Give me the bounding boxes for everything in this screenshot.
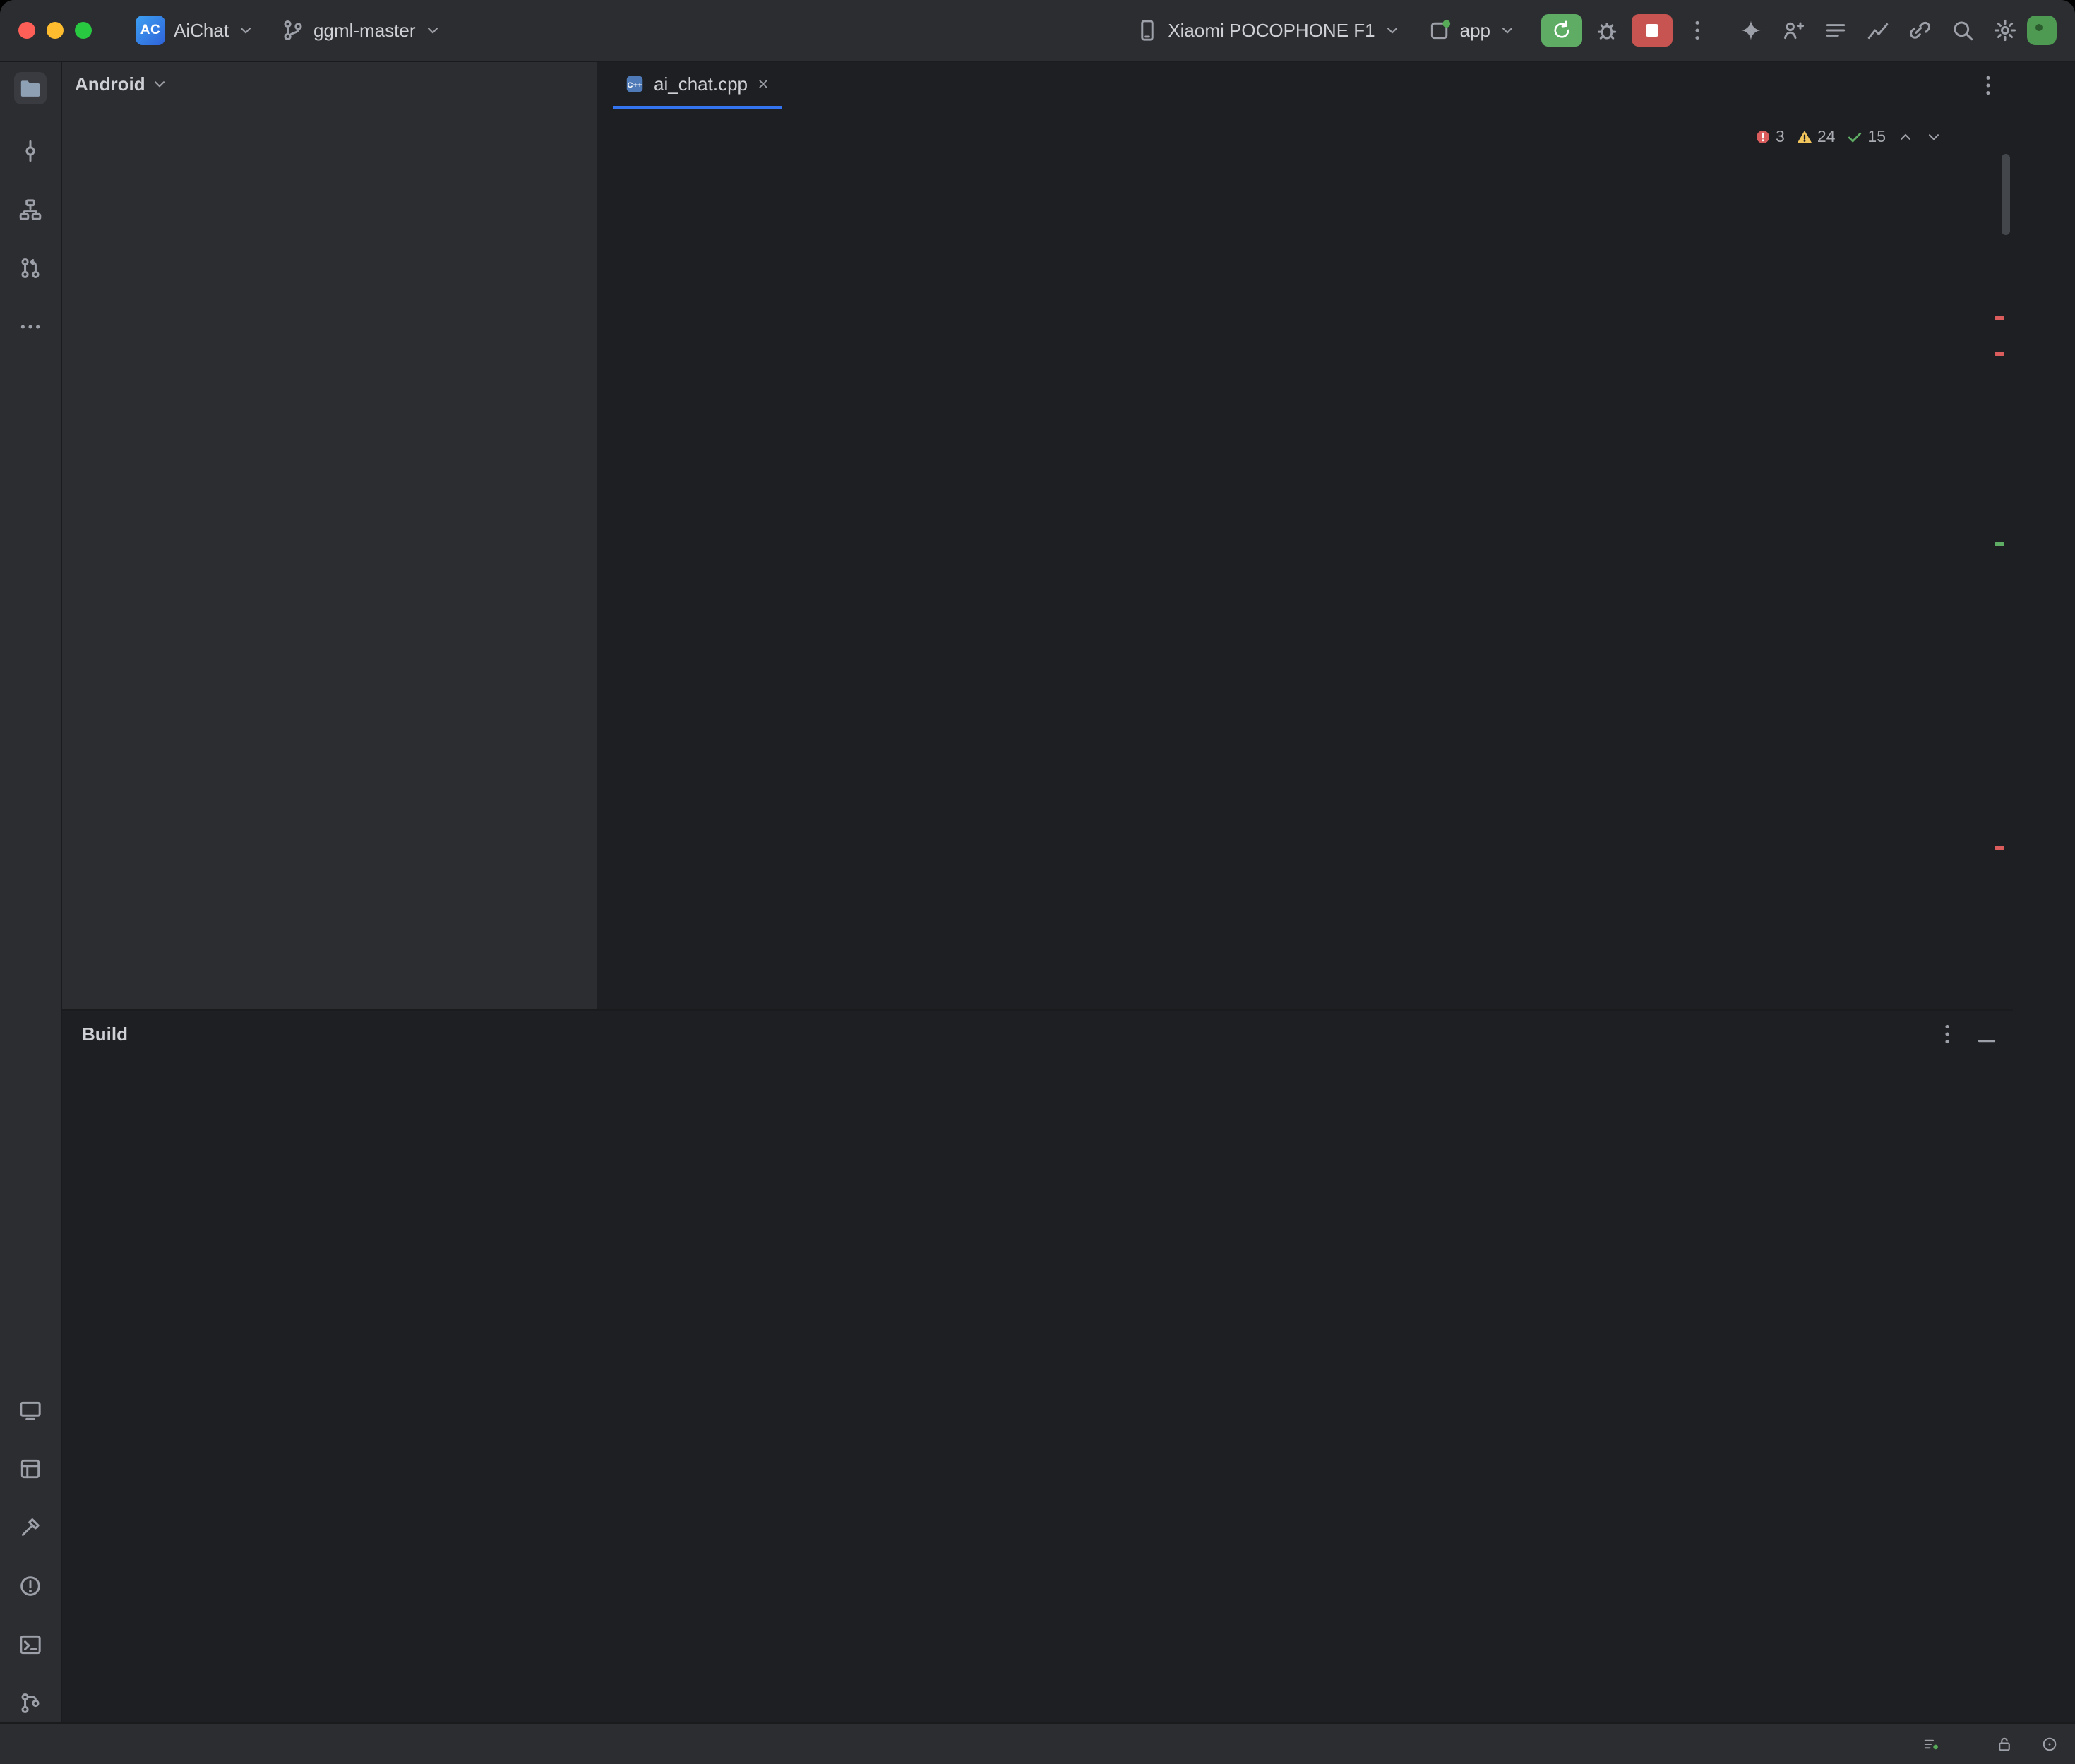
inspections-widget[interactable]: 3 24 15 bbox=[1754, 127, 1942, 146]
project-icon: AC bbox=[136, 16, 165, 45]
project-widget[interactable]: AC AiChat bbox=[127, 10, 263, 51]
maximize-window-button[interactable] bbox=[75, 22, 92, 39]
build-panel-title: Build bbox=[82, 1024, 128, 1045]
title-bar-actions bbox=[1739, 18, 2017, 42]
sync-tree bbox=[62, 1057, 515, 1066]
run-button[interactable] bbox=[1541, 14, 1582, 47]
stop-button[interactable] bbox=[1632, 14, 1673, 47]
build-panel-header: Build bbox=[62, 1011, 2013, 1057]
svg-text:C++: C++ bbox=[627, 81, 642, 90]
run-config-icon bbox=[1428, 18, 1452, 42]
device-icon bbox=[1135, 18, 1159, 42]
editor-tab[interactable]: C++ ai_chat.cpp bbox=[613, 62, 782, 109]
device-selector[interactable]: Xiaomi POCOPHONE F1 bbox=[1127, 13, 1409, 48]
pull-request-icon[interactable] bbox=[18, 256, 42, 280]
project-panel-header: Android bbox=[62, 62, 597, 106]
settings-icon[interactable] bbox=[1993, 18, 2017, 42]
check-icon bbox=[1846, 128, 1863, 145]
terminal-icon[interactable] bbox=[18, 1633, 42, 1657]
error-icon bbox=[1754, 128, 1771, 145]
formatter-icon[interactable] bbox=[1922, 1736, 1939, 1753]
debug-icon[interactable] bbox=[1595, 18, 1619, 42]
problems-icon[interactable] bbox=[18, 1574, 42, 1598]
error-stripe-mark[interactable] bbox=[1995, 846, 2004, 850]
editor: C++ ai_chat.cpp 3 24 15 bbox=[597, 62, 2013, 1009]
project-name: AiChat bbox=[174, 20, 229, 42]
more-h-icon[interactable] bbox=[18, 315, 42, 339]
chevron-down-icon[interactable] bbox=[151, 76, 168, 92]
error-stripe-mark[interactable] bbox=[1995, 316, 2004, 320]
editor-tab-bar: C++ ai_chat.cpp bbox=[597, 62, 2013, 109]
run-configuration-selector[interactable]: app bbox=[1419, 13, 1524, 48]
editor-options-icon[interactable] bbox=[1976, 73, 2000, 97]
link-icon[interactable] bbox=[1908, 18, 1932, 42]
gemini-icon[interactable] bbox=[1739, 18, 1763, 42]
more-v-icon[interactable] bbox=[1685, 18, 1709, 42]
branch-icon bbox=[281, 18, 305, 42]
change-stripe-mark[interactable] bbox=[1995, 542, 2004, 546]
close-window-button[interactable] bbox=[18, 22, 35, 39]
warning-count: 24 bbox=[1817, 127, 1836, 146]
title-bar: AC AiChat ggml-master Xiaomi POCOPHONE F… bbox=[0, 0, 2075, 62]
search-icon[interactable] bbox=[1951, 18, 1975, 42]
passed-count: 15 bbox=[1867, 127, 1886, 146]
build-header-actions bbox=[1935, 1011, 1999, 1057]
structure-icon[interactable] bbox=[18, 198, 42, 222]
hide-panel-icon[interactable] bbox=[1975, 1022, 1999, 1046]
version-control-icon[interactable] bbox=[18, 1691, 42, 1715]
build-options-icon[interactable] bbox=[1935, 1022, 1959, 1046]
close-tab-icon[interactable] bbox=[756, 77, 770, 91]
app-inspection-icon[interactable] bbox=[18, 1457, 42, 1481]
chevron-down-icon bbox=[1384, 22, 1401, 39]
run-controls bbox=[1541, 14, 1709, 47]
build-hammer-icon[interactable] bbox=[18, 1516, 42, 1540]
window-controls bbox=[18, 22, 92, 39]
rerun-icon bbox=[1551, 20, 1572, 41]
left-strip-bottom-icons bbox=[0, 1398, 61, 1715]
warning-icon bbox=[1796, 128, 1813, 145]
checklist-icon[interactable] bbox=[1824, 18, 1848, 42]
ide-window: AC AiChat ggml-master Xiaomi POCOPHONE F… bbox=[0, 0, 2075, 1764]
error-stripe-mark[interactable] bbox=[1995, 352, 2004, 356]
profiler-icon[interactable] bbox=[1866, 18, 1890, 42]
next-problem-icon[interactable] bbox=[1925, 128, 1942, 145]
vcs-widget[interactable]: ggml-master bbox=[273, 13, 449, 48]
status-bar-right bbox=[1894, 1736, 2058, 1753]
running-devices-icon[interactable] bbox=[18, 1398, 42, 1422]
build-tool-window: Build bbox=[62, 1009, 2013, 1722]
run-config-name: app bbox=[1460, 20, 1490, 42]
branch-name: ggml-master bbox=[313, 20, 415, 42]
commit-icon[interactable] bbox=[18, 139, 42, 163]
left-tool-strip bbox=[0, 62, 62, 1722]
editor-tab-label: ai_chat.cpp bbox=[654, 73, 748, 95]
project-tree bbox=[62, 106, 597, 123]
build-console[interactable] bbox=[515, 1057, 1963, 1722]
user-avatar[interactable] bbox=[2027, 16, 2057, 45]
chevron-down-icon bbox=[424, 22, 441, 39]
cpp-file-icon: C++ bbox=[624, 73, 645, 95]
chevron-down-icon bbox=[237, 22, 254, 39]
collaborate-icon[interactable] bbox=[1781, 18, 1805, 42]
lock-icon[interactable] bbox=[1996, 1736, 2013, 1753]
chevron-down-icon bbox=[1499, 22, 1516, 39]
left-strip-top-icons bbox=[0, 72, 61, 339]
project-panel: Android bbox=[62, 62, 597, 1009]
project-folder-icon[interactable] bbox=[14, 72, 47, 104]
minimize-window-button[interactable] bbox=[47, 22, 64, 39]
project-view-selector[interactable]: Android bbox=[75, 73, 145, 95]
error-count: 3 bbox=[1776, 127, 1785, 146]
status-bar bbox=[0, 1722, 2075, 1764]
previous-problem-icon[interactable] bbox=[1897, 128, 1914, 145]
editor-scrollbar[interactable] bbox=[2002, 154, 2010, 235]
device-name: Xiaomi POCOPHONE F1 bbox=[1168, 20, 1375, 42]
inspections-status-icon[interactable] bbox=[2041, 1736, 2058, 1753]
code-area[interactable] bbox=[597, 109, 2013, 120]
